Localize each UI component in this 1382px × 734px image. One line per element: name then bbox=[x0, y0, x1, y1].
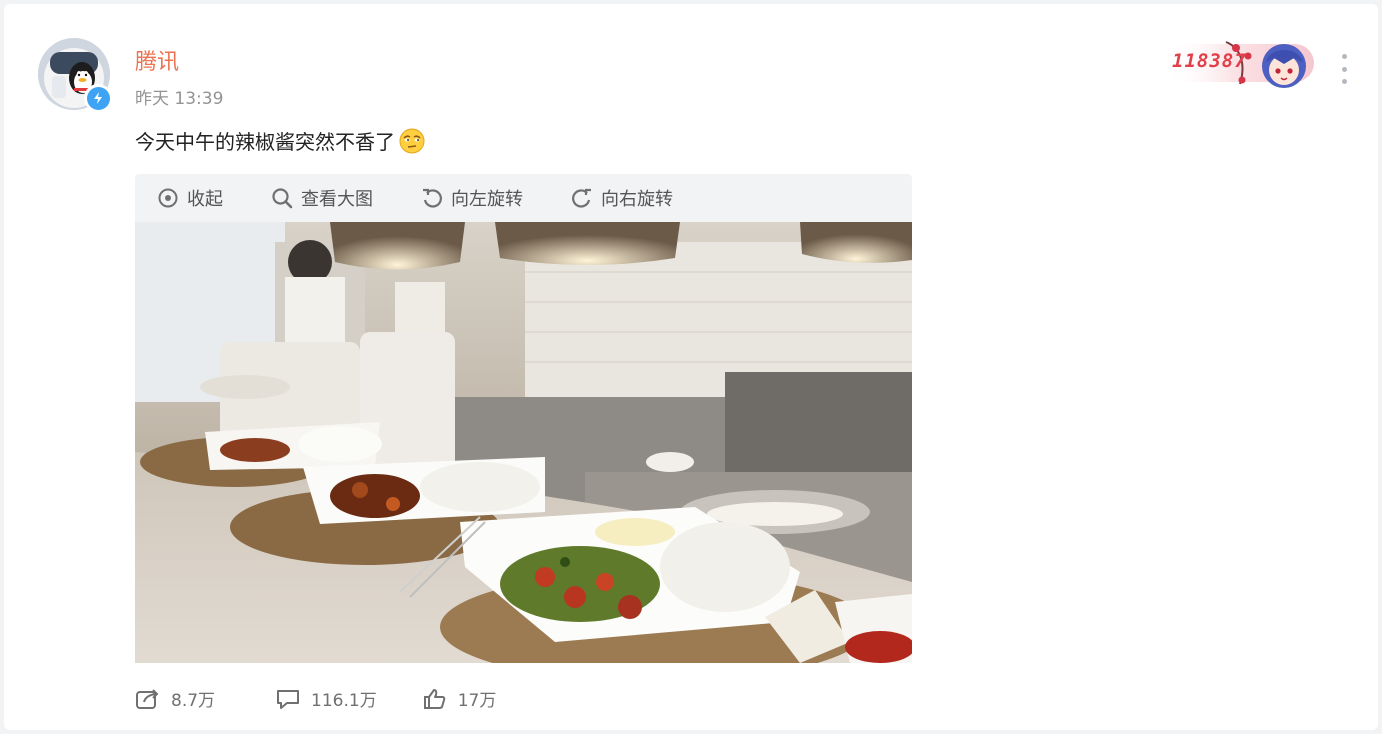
rotate-left-icon bbox=[423, 188, 442, 208]
rotate-right-label: 向右旋转 bbox=[601, 189, 673, 210]
like-count: 17万 bbox=[457, 691, 497, 711]
collapse-icon bbox=[158, 188, 178, 208]
comment-count: 116.1万 bbox=[311, 691, 377, 711]
post-photo[interactable] bbox=[135, 222, 912, 663]
rotate-left-label: 向左旋转 bbox=[451, 189, 523, 210]
verified-icon bbox=[94, 92, 102, 104]
collapse-button[interactable]: 收起 bbox=[157, 185, 223, 211]
like-button[interactable]: 17万 bbox=[422, 686, 497, 711]
rotate-right-button[interactable]: 向右旋转 bbox=[571, 185, 673, 211]
view-large-button[interactable]: 查看大图 bbox=[271, 185, 373, 211]
post-content: 今天中午的辣椒酱突然不香了 bbox=[135, 126, 426, 155]
like-icon bbox=[423, 688, 446, 709]
rotate-left-button[interactable]: 向左旋转 bbox=[421, 185, 523, 211]
doubt-emoji-icon bbox=[399, 128, 425, 153]
rotate-right-icon bbox=[572, 188, 591, 208]
repost-count: 8.7万 bbox=[171, 691, 216, 711]
more-icon-dot bbox=[1341, 79, 1347, 84]
zoom-icon bbox=[272, 188, 293, 209]
image-toolbar: 收起 查看大图 向左旋转 向右旋转 bbox=[135, 174, 912, 222]
more-button[interactable] bbox=[1334, 54, 1354, 84]
repost-button[interactable]: 8.7万 bbox=[135, 686, 215, 711]
verified-badge bbox=[84, 84, 112, 112]
collapse-label: 收起 bbox=[187, 189, 223, 210]
post-card: 腾讯 昨天 13:39 118387 今天中午的辣椒酱突然不香了 收起 查看大图… bbox=[4, 4, 1378, 730]
more-icon-dot bbox=[1341, 54, 1347, 59]
repost-icon bbox=[136, 688, 159, 709]
comment-icon bbox=[277, 689, 300, 709]
post-time[interactable]: 昨天 13:39 bbox=[135, 84, 223, 109]
post-text: 今天中午的辣椒酱突然不香了 bbox=[135, 130, 395, 154]
comment-button[interactable]: 116.1万 bbox=[275, 686, 377, 711]
fan-badge[interactable]: 118387 bbox=[1166, 34, 1314, 90]
more-icon-dot bbox=[1341, 66, 1347, 72]
post-actions: 8.7万 116.1万 17万 bbox=[135, 686, 496, 711]
fan-badge-number: 118387 bbox=[1172, 50, 1247, 72]
canteen-food-photo bbox=[135, 222, 912, 663]
author-name[interactable]: 腾讯 bbox=[135, 44, 179, 76]
view-large-label: 查看大图 bbox=[301, 189, 373, 210]
